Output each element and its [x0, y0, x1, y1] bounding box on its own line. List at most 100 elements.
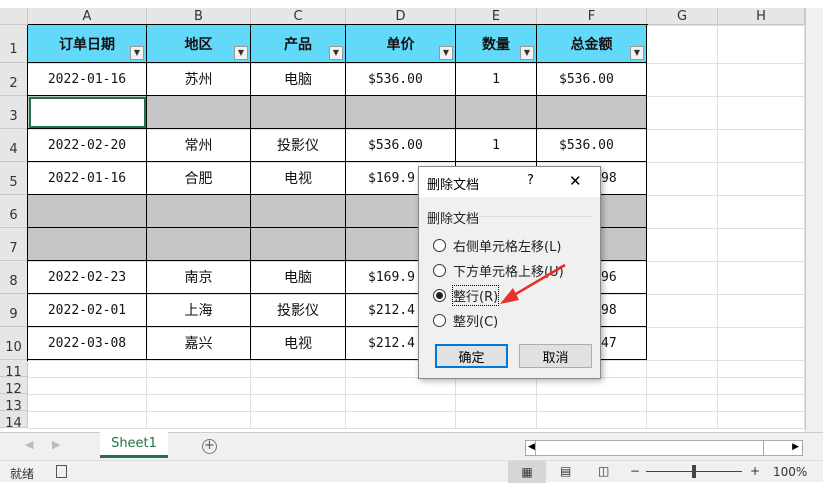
scroll-tabs-left-icon[interactable]: ◀	[25, 438, 33, 451]
radio-button[interactable]	[433, 289, 446, 302]
page-break-icon[interactable]: ◫	[598, 464, 609, 478]
table-cell[interactable]: 2022-02-23	[28, 261, 147, 294]
table-cell[interactable]	[251, 228, 346, 261]
table-cell[interactable]: 合肥	[147, 162, 251, 195]
radio-option[interactable]: 整列(C)	[433, 308, 564, 333]
table-cell[interactable]	[251, 195, 346, 228]
scroll-tabs-right-icon[interactable]: ▶	[52, 438, 60, 451]
table-cell[interactable]: 常州	[147, 129, 251, 162]
row-header-12[interactable]: 12	[0, 377, 28, 397]
table-cell[interactable]: 苏州	[147, 63, 251, 96]
zoom-in-button[interactable]: +	[750, 464, 760, 478]
filter-dropdown-icon[interactable]: ▼	[329, 46, 343, 60]
row-header-2[interactable]: 2	[0, 63, 28, 96]
column-header-b[interactable]: B	[147, 8, 251, 25]
table-cell[interactable]: 投影仪	[251, 294, 346, 327]
table-cell[interactable]	[251, 96, 346, 129]
row-header-10[interactable]: 10	[0, 327, 28, 360]
column-header-f[interactable]: F	[537, 8, 647, 25]
table-cell[interactable]: $536.00	[537, 63, 647, 96]
select-all-corner[interactable]	[0, 8, 28, 25]
column-header-a[interactable]: A	[28, 8, 147, 25]
radio-option[interactable]: 右侧单元格左移(L)	[433, 233, 564, 258]
filter-dropdown-icon[interactable]: ▼	[234, 46, 248, 60]
radio-button[interactable]	[433, 239, 446, 252]
header-cell: 单价 ▼	[346, 25, 456, 63]
header-cell: 产品 ▼	[251, 25, 346, 63]
row-header-7[interactable]: 7	[0, 228, 28, 261]
column-header-d[interactable]: D	[346, 8, 456, 25]
table-cell[interactable]	[537, 96, 647, 129]
table-cell[interactable]	[28, 228, 147, 261]
header-label: 产品	[284, 36, 312, 53]
table-cell[interactable]: 电视	[251, 162, 346, 195]
normal-view-icon[interactable]: ▦	[508, 461, 546, 483]
table-cell[interactable]: 1	[456, 129, 537, 162]
row-header-13[interactable]: 13	[0, 394, 28, 414]
column-header-e[interactable]: E	[456, 8, 537, 25]
table-cell[interactable]	[28, 195, 147, 228]
table-cell[interactable]: 南京	[147, 261, 251, 294]
table-cell[interactable]: 电视	[251, 327, 346, 360]
zoom-level[interactable]: 100%	[773, 465, 807, 479]
row-header-6[interactable]: 6	[0, 195, 28, 228]
row-header-9[interactable]: 9	[0, 294, 28, 327]
radio-button[interactable]	[433, 264, 446, 277]
row-header-3[interactable]: 3	[0, 96, 28, 129]
table-cell[interactable]: 投影仪	[251, 129, 346, 162]
table-cell[interactable]: $536.00	[537, 129, 647, 162]
add-sheet-icon[interactable]: +	[202, 439, 217, 454]
active-cell[interactable]	[29, 97, 146, 128]
header-label: 订单日期	[59, 36, 115, 53]
red-arrow-annotation	[500, 263, 566, 304]
column-header-g[interactable]: G	[647, 8, 718, 25]
zoom-slider[interactable]	[646, 465, 742, 478]
row-header-14[interactable]: 14	[0, 411, 28, 431]
table-cell[interactable]: 2022-02-01	[28, 294, 147, 327]
vertical-scrollbar[interactable]	[805, 8, 823, 432]
table-cell[interactable]	[456, 96, 537, 129]
scroll-right-icon[interactable]: ▶	[792, 442, 799, 452]
group-divider	[479, 216, 593, 217]
filter-dropdown-icon[interactable]: ▼	[130, 46, 144, 60]
column-header-c[interactable]: C	[251, 8, 346, 25]
table-cell[interactable]: 2022-01-16	[28, 162, 147, 195]
table-cell[interactable]: 电脑	[251, 63, 346, 96]
scroll-left-icon[interactable]: ◀	[528, 442, 535, 452]
sheet-tab-sheet1[interactable]: Sheet1	[100, 432, 168, 458]
row-header-1[interactable]: 1	[0, 25, 28, 63]
horizontal-scrollbar[interactable]: ◀ ▶	[525, 440, 803, 456]
row-header-5[interactable]: 5	[0, 162, 28, 195]
radio-button[interactable]	[433, 314, 446, 327]
close-icon[interactable]: ✕	[569, 172, 582, 190]
filter-dropdown-icon[interactable]: ▼	[630, 46, 644, 60]
filter-dropdown-icon[interactable]: ▼	[439, 46, 453, 60]
table-cell[interactable]	[147, 228, 251, 261]
group-label: 删除文档	[427, 212, 480, 227]
table-cell[interactable]: 上海	[147, 294, 251, 327]
cancel-button[interactable]: 取消	[519, 344, 592, 368]
ok-button[interactable]: 确定	[435, 344, 508, 368]
zoom-out-button[interactable]: −	[630, 464, 640, 478]
macro-record-icon[interactable]	[56, 465, 67, 478]
table-cell[interactable]: $536.00	[346, 63, 456, 96]
filter-dropdown-icon[interactable]: ▼	[520, 46, 534, 60]
table-cell[interactable]: 1	[456, 63, 537, 96]
table-cell[interactable]	[147, 195, 251, 228]
row-header-8[interactable]: 8	[0, 261, 28, 294]
table-cell[interactable]: 电脑	[251, 261, 346, 294]
help-button[interactable]: ?	[527, 173, 534, 188]
table-cell[interactable]: $536.00	[346, 129, 456, 162]
column-header-h[interactable]: H	[718, 8, 805, 25]
scroll-thumb[interactable]	[535, 441, 764, 455]
table-cell[interactable]: 嘉兴	[147, 327, 251, 360]
table-cell[interactable]: 2022-03-08	[28, 327, 147, 360]
row-header-4[interactable]: 4	[0, 129, 28, 162]
table-cell[interactable]: 2022-01-16	[28, 63, 147, 96]
page-layout-icon[interactable]: ▤	[560, 464, 571, 478]
table-cell[interactable]	[346, 96, 456, 129]
zoom-slider-thumb[interactable]	[692, 465, 696, 478]
table-cell[interactable]: 2022-02-20	[28, 129, 147, 162]
row-header-11[interactable]: 11	[0, 360, 28, 380]
table-cell[interactable]	[147, 96, 251, 129]
